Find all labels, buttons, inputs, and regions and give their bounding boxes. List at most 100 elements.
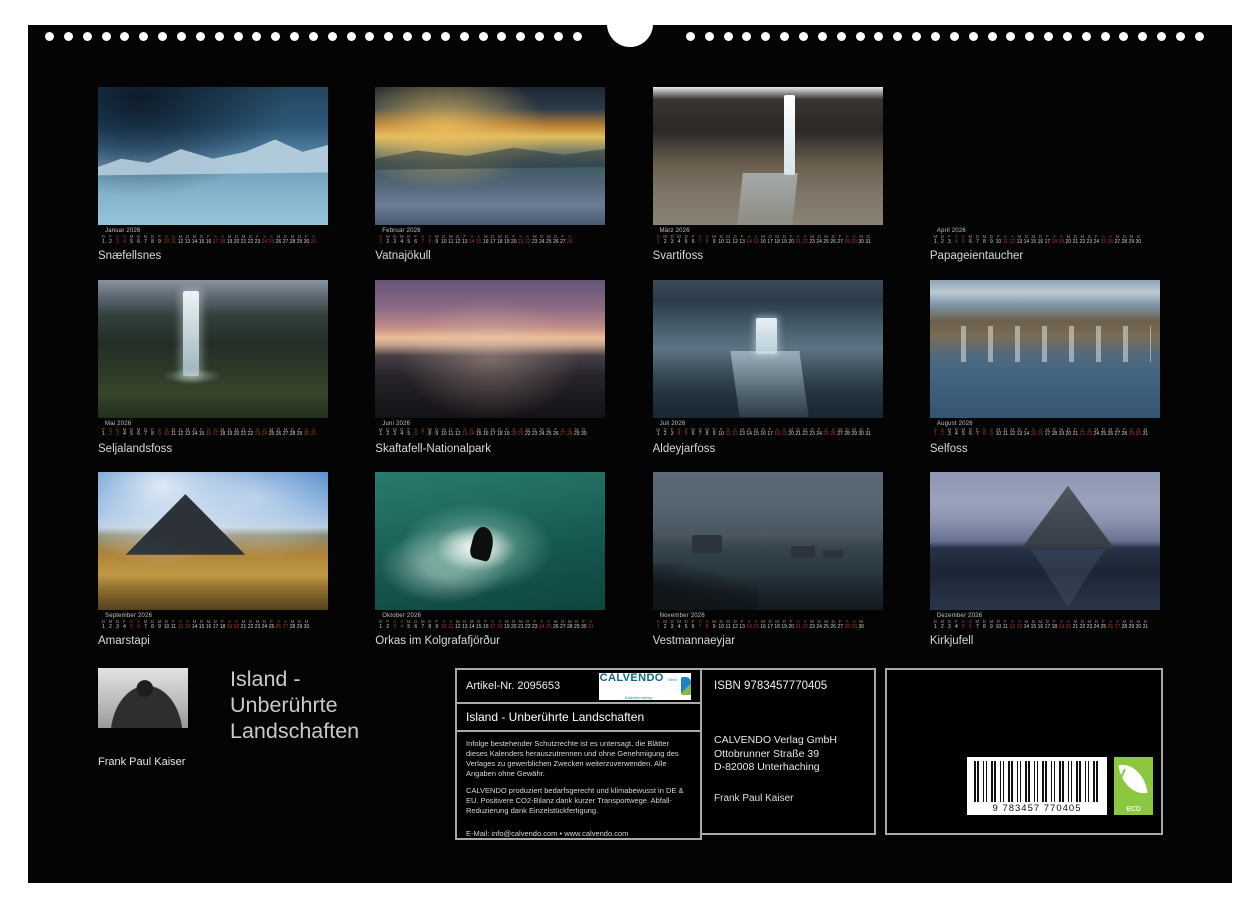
mini-calendar-day: S6 [412,428,419,438]
mini-calendar-day: S21 [517,235,524,245]
mini-calendar-day: D20 [233,235,240,245]
mini-calendar-day: S8 [426,235,433,245]
mini-calendar-day: F20 [510,235,517,245]
mini-calendar-day: S4 [121,235,128,245]
month-caption: Svartifoss [653,250,883,262]
mini-calendar-day: M12 [454,620,461,630]
mini-calendar-day: M27 [1114,235,1121,245]
mini-calendar-day: D10 [718,235,725,245]
punch-hole [460,32,469,41]
mini-calendar-day: M30 [303,620,310,630]
mini-calendar-day: D18 [1051,428,1058,438]
mini-calendar-day: M6 [690,428,697,438]
mini-calendar-day: D5 [128,428,135,438]
mini-calendar-day: F11 [170,620,177,630]
mini-calendar-day: M1 [377,428,384,438]
mini-calendar-day: S18 [496,620,503,630]
mini-calendar-day: M26 [552,620,559,630]
month-caption: Seljalandsfoss [98,443,328,455]
mini-calendar-day: D7 [697,428,704,438]
punch-hole [1138,32,1147,41]
isbn-number: ISBN 9783457770405 [714,680,862,692]
punch-hole [234,32,243,41]
mini-calendar-day: F9 [156,235,163,245]
mini-calendar-day: M7 [419,620,426,630]
punch-hole [724,32,733,41]
mini-calendar-day: D14 [191,428,198,438]
mini-calendar-day: D2 [384,428,391,438]
mini-calendar-day: F7 [974,428,981,438]
mini-calendar-day: M5 [960,428,967,438]
mini-calendar-day: S17 [212,235,219,245]
mini-calendar-day: M30 [1135,620,1142,630]
mini-calendar-day: D13 [1016,428,1023,438]
mini-calendar-day: S23 [254,428,261,438]
mini-calendar-day: M15 [1030,235,1037,245]
mini-calendar-day: D8 [149,620,156,630]
mini-calendar-day: S5 [960,235,967,245]
mini-calendar-day: D11 [447,428,454,438]
mini-calendar-day: S12 [732,428,739,438]
mini-calendar-day: M14 [191,620,198,630]
mini-calendar-day: F30 [580,620,587,630]
mini-calendar-day: D1 [100,620,107,630]
barcode-digits: 9 783457 770405 [967,803,1107,814]
mini-calendar-day: F20 [788,235,795,245]
mini-calendar-day: D24 [1093,620,1100,630]
mini-calendar-day: S28 [566,428,573,438]
mini-calendar-day: S1 [655,620,662,630]
month-caption: Orkas im Kolgrafafjörður [375,635,605,647]
mini-calendar-day: S24 [261,428,268,438]
mini-calendar-day: S3 [114,235,121,245]
mini-calendar-day: M15 [753,428,760,438]
month-caption: Vatnajökull [375,250,605,262]
mini-calendar-day: S29 [1128,428,1135,438]
mini-calendar-day: S4 [398,620,405,630]
mini-calendar-day: D19 [781,620,788,630]
mini-calendar-day: M13 [739,428,746,438]
mini-calendar-day: D3 [669,235,676,245]
mini-calendar-day: S27 [559,428,566,438]
punch-hole [384,32,393,41]
punch-hole [1082,32,1091,41]
mini-calendar-day: F28 [1121,428,1128,438]
mini-calendar-day: S31 [310,428,317,438]
mini-calendar-day: M18 [496,235,503,245]
eco-label: eco [1114,803,1153,813]
mini-calendar-day: F21 [1072,428,1079,438]
mini-calendar-day: M26 [275,235,282,245]
mini-calendar-day: S5 [683,428,690,438]
mini-calendar-day: D26 [275,428,282,438]
mini-calendar-day: S24 [538,620,545,630]
mini-calendar-day: M28 [289,620,296,630]
punch-hole [497,32,506,41]
mini-calendar-day: S5 [960,620,967,630]
mini-calendar-day: S11 [1002,235,1009,245]
mini-calendar-day: D24 [816,235,823,245]
publisher-address: CALVENDO Verlag GmbH Ottobrunner Straße … [714,734,862,775]
mini-calendar-day: D28 [1121,235,1128,245]
mini-calendar-day: D24 [261,620,268,630]
mini-calendar-day: D2 [662,428,669,438]
mini-calendar-day: M6 [135,428,142,438]
month-caption: Kirkjufell [930,635,1160,647]
punch-hole [705,32,714,41]
punch-hole [83,32,92,41]
mini-calendar-day: S15 [1030,428,1037,438]
mini-calendar-day: S12 [177,620,184,630]
punch-hole [309,32,318,41]
mini-calendar-day: M4 [121,428,128,438]
mini-calendar-day: M4 [676,235,683,245]
month-cell: Oktober 2026 D1F2S3S4M5D6M7D8F9S10S11M12… [375,472,605,647]
mini-calendar-day: D14 [1023,235,1030,245]
mini-calendar-day: F15 [198,428,205,438]
mini-calendar-day: M27 [837,428,844,438]
month-cell: März 2026 S1M2D3M4D5F6S7S8M9D10M11D12F13… [653,87,883,262]
mini-calendar-day: S21 [795,620,802,630]
mini-calendar: D1M2D3F4S5S6M7D8M9D10F11S12S13M14D15M16D… [930,620,1160,630]
month-photo [653,280,883,418]
mini-calendar-day: D23 [1086,235,1093,245]
punch-hole [950,32,959,41]
mini-calendar-day: D18 [496,428,503,438]
mini-calendar-day: S13 [461,428,468,438]
